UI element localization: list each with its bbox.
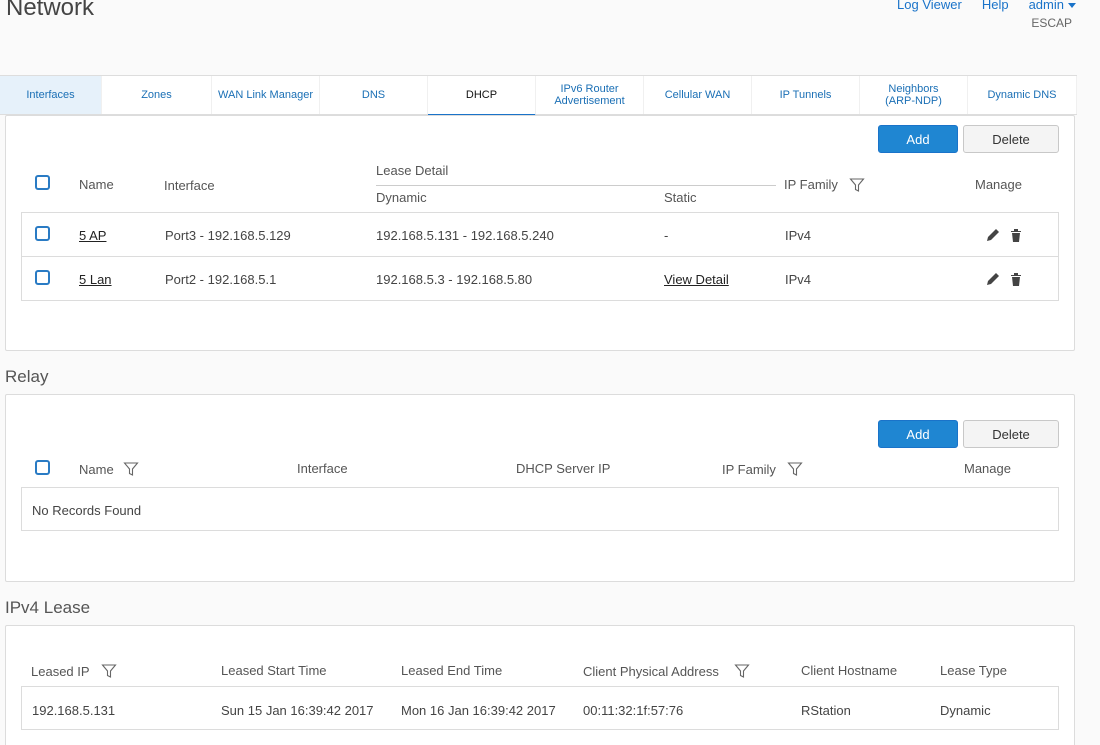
filter-icon[interactable] [734, 663, 750, 679]
relay-panel: Add Delete Name Interface DHCP Server IP… [5, 394, 1075, 582]
view-detail-link[interactable]: View Detail [664, 272, 729, 287]
lease-start: Sun 15 Jan 16:39:42 2017 [221, 703, 374, 718]
server-delete-button[interactable]: Delete [963, 125, 1059, 153]
col-static: Static [664, 190, 697, 205]
chevron-down-icon [1068, 3, 1076, 9]
lease-mac: 00:11:32:1f:57:76 [583, 703, 684, 718]
lease-detail-divider [376, 185, 776, 186]
edit-icon[interactable] [985, 271, 1001, 287]
server-ip-family: IPv4 [785, 272, 812, 287]
relay-col-dhcp-server-ip: DHCP Server IP [516, 461, 611, 476]
col-name: Name [79, 177, 114, 192]
trash-icon[interactable] [1008, 227, 1024, 243]
lease-title: IPv4 Lease [5, 598, 91, 617]
server-name-link[interactable]: 5 AP [79, 228, 106, 243]
lease-col-hostname: Client Hostname [801, 663, 898, 678]
tab-dns[interactable]: DNS [320, 76, 428, 114]
lease-col-type: Lease Type [940, 663, 1007, 678]
lease-panel: Leased IP Leased Start Time Leased End T… [5, 625, 1075, 745]
tab-ip-tunnels[interactable]: IP Tunnels [752, 76, 860, 114]
dhcp-server-panel: Add Delete Name Interface Lease Detail D… [5, 115, 1075, 351]
server-dynamic: 192.168.5.3 - 192.168.5.80 [376, 272, 533, 287]
server-name-link[interactable]: 5 Lan [79, 272, 112, 287]
tab-cellular-wan[interactable]: Cellular WAN [644, 76, 752, 114]
col-ip-family: IP Family [784, 177, 838, 192]
tab-dhcp[interactable]: DHCP [428, 76, 536, 116]
relay-add-button[interactable]: Add [878, 420, 958, 448]
tab-wan-link-manager[interactable]: WAN Link Manager [212, 76, 320, 114]
trash-icon[interactable] [1008, 271, 1024, 287]
lease-col-end: Leased End Time [401, 663, 503, 678]
log-viewer-link[interactable]: Log Viewer [897, 0, 962, 12]
lease-ip: 192.168.5.131 [32, 703, 116, 718]
filter-icon[interactable] [849, 177, 865, 193]
row-divider [22, 256, 1058, 257]
server-interface: Port2 - 192.168.5.1 [165, 272, 277, 287]
relay-title: Relay [5, 367, 49, 386]
tab-ipv6-router-advertisement[interactable]: IPv6 Router Advertisement [536, 76, 644, 114]
relay-delete-button[interactable]: Delete [963, 420, 1059, 448]
tab-bar: Interfaces Zones WAN Link Manager DNS DH… [0, 75, 1077, 116]
lease-type: Dynamic [940, 703, 991, 718]
user-label: admin [1028, 0, 1064, 12]
relay-select-all-checkbox[interactable] [35, 460, 50, 475]
col-interface: Interface [164, 178, 215, 193]
lease-col-mac: Client Physical Address [583, 664, 719, 679]
edit-icon[interactable] [985, 227, 1001, 243]
lease-end: Mon 16 Jan 16:39:42 2017 [401, 703, 556, 718]
filter-icon[interactable] [101, 663, 117, 679]
tab-neighbors[interactable]: Neighbors (ARP-NDP) [860, 76, 968, 114]
col-lease-detail: Lease Detail [376, 163, 449, 178]
tab-interfaces[interactable]: Interfaces [0, 76, 102, 114]
empty-state: No Records Found [32, 503, 142, 518]
row-checkbox[interactable] [35, 226, 50, 241]
server-table-body: 5 AP Port3 - 192.168.5.129 192.168.5.131… [21, 212, 1059, 301]
filter-icon[interactable] [123, 461, 139, 477]
col-manage: Manage [975, 177, 1022, 192]
lease-hostname: RStation [801, 703, 851, 718]
top-links: Log Viewer Help admin [877, 0, 1076, 12]
lease-col-start: Leased Start Time [221, 663, 327, 678]
lease-table-body: 192.168.5.131 Sun 15 Jan 16:39:42 2017 M… [21, 686, 1059, 730]
relay-col-name: Name [79, 462, 114, 477]
device-name: ESCAP [1031, 16, 1072, 30]
page-title: Network [6, 0, 95, 21]
server-add-button[interactable]: Add [878, 125, 958, 153]
user-menu[interactable]: admin [1029, 0, 1076, 12]
help-link[interactable]: Help [982, 0, 1009, 12]
col-dynamic: Dynamic [376, 190, 427, 205]
filter-icon[interactable] [787, 461, 803, 477]
server-ip-family: IPv4 [785, 228, 812, 243]
relay-col-interface: Interface [297, 461, 348, 476]
select-all-checkbox[interactable] [35, 175, 50, 190]
relay-table-body: No Records Found [21, 487, 1059, 531]
server-interface: Port3 - 192.168.5.129 [165, 228, 291, 243]
relay-col-ip-family: IP Family [722, 462, 776, 477]
server-static: - [664, 228, 669, 243]
server-dynamic: 192.168.5.131 - 192.168.5.240 [376, 228, 554, 243]
relay-col-manage: Manage [964, 461, 1011, 476]
lease-col-leased-ip: Leased IP [31, 664, 90, 679]
tab-zones[interactable]: Zones [102, 76, 212, 114]
tab-dynamic-dns[interactable]: Dynamic DNS [968, 76, 1077, 114]
row-checkbox[interactable] [35, 270, 50, 285]
